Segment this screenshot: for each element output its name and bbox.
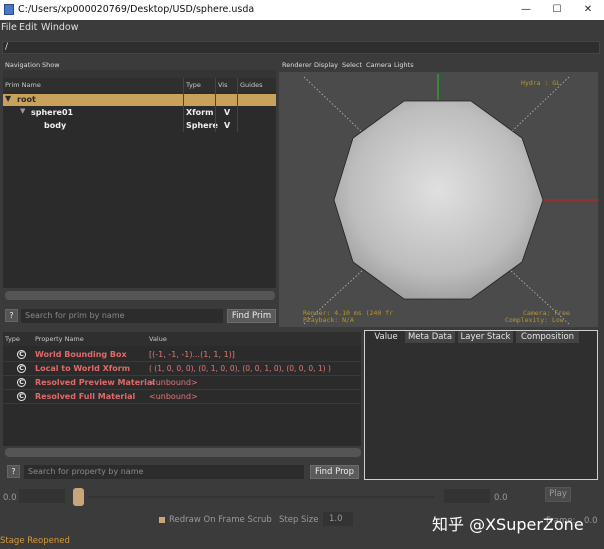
prim-search-input[interactable]: Search for prim by name — [21, 309, 223, 323]
col-vis[interactable]: Vis — [218, 81, 228, 89]
prim-search-placeholder: Search for prim by name — [25, 311, 125, 320]
frame-value[interactable]: 0.0 — [584, 516, 598, 526]
property-name: World Bounding Box — [35, 350, 127, 359]
tree-row-sphere01[interactable]: ▼ sphere01 Xform V — [3, 107, 276, 119]
step-size-value: 1.0 — [329, 514, 343, 524]
hud-playback: Playback: N/A — [303, 316, 354, 324]
viewport-canvas — [303, 74, 598, 325]
property-value: [(-1, -1, -1)...(1, 1, 1)] — [149, 350, 235, 359]
tree-row-body[interactable]: body Sphere V — [3, 120, 276, 132]
range-start-field[interactable] — [19, 489, 65, 503]
column-divider — [183, 78, 184, 132]
timeline-slider-handle[interactable] — [73, 488, 84, 506]
window-title: C:/Users/xp000020769/Desktop/USD/sphere.… — [18, 4, 255, 15]
menu-select[interactable]: Select — [342, 61, 362, 69]
path-text: / — [5, 42, 9, 52]
computed-property-icon: C — [17, 378, 26, 387]
expand-arrow-icon[interactable]: ▼ — [20, 107, 25, 115]
property-scrollbar[interactable] — [5, 448, 361, 457]
timeline-track[interactable] — [88, 496, 434, 498]
step-size-label: Step Size — [279, 515, 319, 525]
prim-name: body — [44, 121, 67, 130]
computed-property-icon: C — [17, 392, 26, 401]
redraw-label: Redraw On Frame Scrub — [169, 515, 272, 525]
watermark: 知乎 @XSuperZone — [432, 515, 584, 534]
property-search-placeholder: Search for property by name — [28, 467, 144, 476]
menu-renderer[interactable]: Renderer — [282, 61, 312, 69]
path-field[interactable]: / — [2, 41, 600, 54]
prim-vis-toggle[interactable]: V — [224, 108, 230, 117]
tab-value[interactable]: Value — [370, 331, 402, 343]
column-divider — [237, 78, 238, 132]
tree-header-gap — [3, 70, 276, 78]
range-end-label: 0.0 — [494, 493, 508, 503]
inspector-panel — [364, 330, 598, 480]
property-name: Resolved Preview Material — [35, 378, 155, 387]
maximize-button[interactable]: ☐ — [549, 2, 565, 17]
menu-navigation[interactable]: Navigation — [5, 61, 40, 69]
property-header: Type Property Name Value — [3, 332, 361, 346]
find-prim-button[interactable]: Find Prim — [227, 309, 276, 323]
property-value: ( (1, 0, 0, 0), (0, 1, 0, 0), (0, 0, 1, … — [149, 364, 331, 373]
col-type[interactable]: Type — [186, 81, 201, 89]
tab-meta-data[interactable]: Meta Data — [405, 331, 455, 343]
minimize-button[interactable]: — — [518, 2, 534, 17]
computed-property-icon: C — [17, 350, 26, 359]
range-start-label: 0.0 — [3, 493, 17, 503]
property-row[interactable]: C Resolved Full Material <unbound> — [3, 390, 361, 404]
column-divider — [215, 78, 216, 132]
prim-type: Sphere — [186, 121, 218, 130]
hud-complexity: Complexity: Low — [505, 316, 564, 324]
prim-tree-scrollbar[interactable] — [5, 291, 275, 300]
property-value: <unbound> — [149, 392, 198, 401]
property-name: Local to World Xform — [35, 364, 131, 373]
prim-help-button[interactable]: ? — [5, 309, 18, 322]
property-row[interactable]: C World Bounding Box [(-1, -1, -1)...(1,… — [3, 348, 361, 362]
app-icon — [4, 4, 14, 15]
property-row[interactable]: C Resolved Preview Material <unbound> — [3, 376, 361, 390]
computed-property-icon: C — [17, 364, 26, 373]
find-prop-button[interactable]: Find Prop — [310, 465, 359, 479]
property-row[interactable]: C Local to World Xform ( (1, 0, 0, 0), (… — [3, 362, 361, 376]
property-search-input[interactable]: Search for property by name — [24, 465, 304, 479]
col-prim-name[interactable]: Prim Name — [5, 81, 41, 89]
step-size-field[interactable]: 1.0 — [323, 512, 353, 526]
prim-name: sphere01 — [31, 108, 74, 117]
menu-window[interactable]: Window — [41, 22, 78, 33]
tab-layer-stack[interactable]: Layer Stack — [458, 331, 513, 343]
3d-viewport[interactable]: Hydra : GL Render: 4.10 ms (240 fr Playb… — [279, 72, 598, 327]
menu-lights[interactable]: Lights — [394, 61, 414, 69]
menu-show[interactable]: Show — [42, 61, 60, 69]
expand-arrow-icon[interactable]: ▼ — [5, 94, 11, 103]
prim-type: Xform — [186, 108, 214, 117]
play-button[interactable]: Play — [545, 487, 571, 502]
col-value[interactable]: Value — [149, 335, 167, 343]
prim-tree-header: Prim Name Type Vis Guides — [3, 78, 276, 92]
prim-vis-toggle[interactable]: V — [224, 121, 230, 130]
hud-renderer: Hydra : GL — [521, 79, 561, 87]
property-name: Resolved Full Material — [35, 392, 136, 401]
col-type[interactable]: Type — [5, 335, 20, 343]
menu-edit[interactable]: Edit — [19, 22, 37, 33]
redraw-checkbox[interactable] — [159, 517, 165, 523]
menu-file[interactable]: File — [1, 22, 17, 33]
col-property-name[interactable]: Property Name — [35, 335, 84, 343]
col-guides[interactable]: Guides — [240, 81, 262, 89]
prim-name: root — [17, 95, 36, 104]
menu-camera[interactable]: Camera — [366, 61, 392, 69]
tree-row-root[interactable]: ▼ root — [3, 94, 276, 106]
property-value: <unbound> — [149, 378, 198, 387]
menu-bar — [0, 20, 604, 36]
sphere-mesh[interactable] — [333, 100, 544, 300]
range-end-field[interactable] — [444, 489, 490, 503]
property-help-button[interactable]: ? — [7, 465, 20, 478]
title-bar: C:/Users/xp000020769/Desktop/USD/sphere.… — [0, 0, 604, 20]
menu-display[interactable]: Display — [314, 61, 338, 69]
tab-composition[interactable]: Composition — [516, 331, 579, 343]
status-bar-message: Stage Reopened — [0, 536, 70, 546]
frustum-line — [303, 76, 365, 135]
close-button[interactable]: ✕ — [580, 2, 596, 17]
